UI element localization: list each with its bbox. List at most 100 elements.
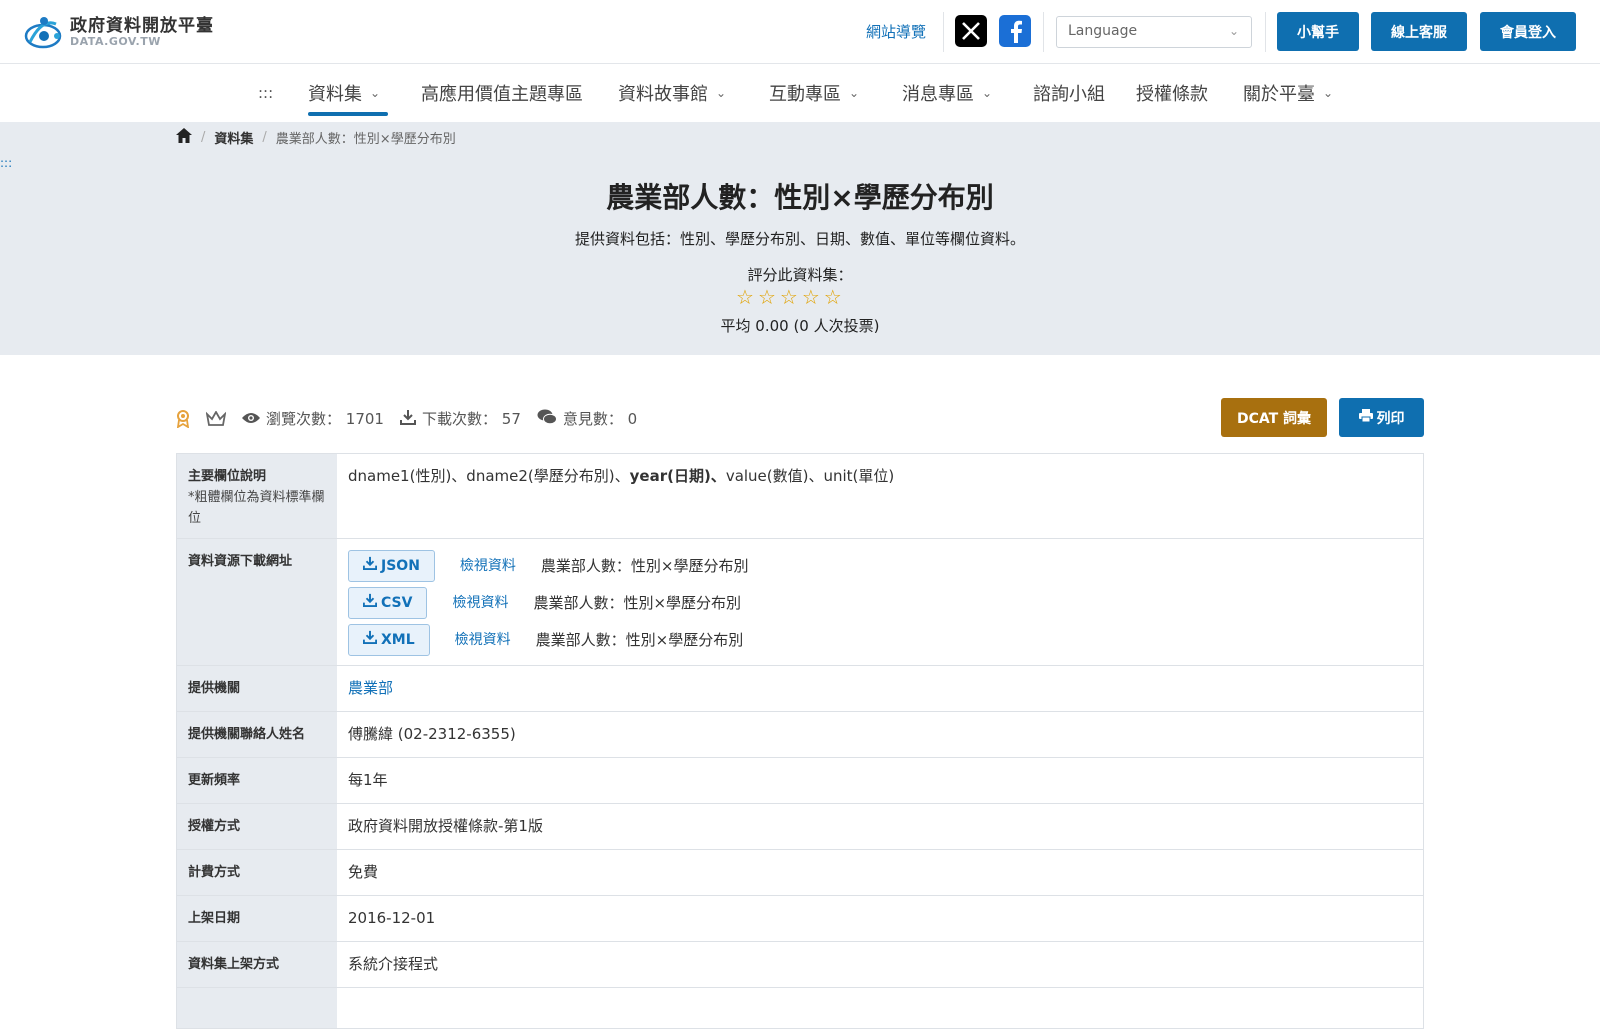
nav-item-license[interactable]: 授權條款: [1136, 80, 1208, 106]
row-label: 更新頻率: [177, 758, 337, 803]
dataset-hero: / 資料集 / 農業部人數：性別×學歷分布別 ::: 農業部人數：性別×學歷分布…: [0, 122, 1600, 355]
resource-name: 農業部人數：性別×學歷分布別: [540, 557, 749, 575]
row-label: 授權方式: [177, 804, 337, 849]
printer-icon: [1358, 409, 1373, 426]
row-label: 上架日期: [177, 896, 337, 941]
site-guide-link[interactable]: 網站導覽: [866, 21, 926, 42]
language-select-value: Language: [1068, 23, 1138, 39]
fields-bold: year(日期)、: [629, 467, 726, 485]
dataset-stats: 瀏覽次數： 1701 下載次數： 57 意見數： 0: [176, 408, 653, 429]
nav-item-about[interactable]: 關於平臺 ⌄: [1243, 80, 1333, 106]
site-logo[interactable]: 政府資料開放平臺 DATA.GOV.TW: [22, 12, 214, 52]
nav-item-label: 互動專區: [769, 84, 841, 105]
row-value: 2016-12-01: [348, 909, 436, 927]
download-item: CSV 檢視資料 農業部人數：性別×學歷分布別: [348, 587, 1412, 619]
row-value: 免費: [348, 863, 379, 881]
row-label: 提供機關聯絡人姓名: [177, 712, 337, 757]
divider: [1043, 12, 1044, 52]
rating-stars[interactable]: ☆ ☆ ☆ ☆ ☆: [736, 286, 842, 308]
view-data-link[interactable]: 檢視資料: [452, 592, 508, 614]
home-icon[interactable]: [176, 128, 192, 147]
helper-button[interactable]: 小幫手: [1277, 12, 1359, 51]
print-button[interactable]: 列印: [1339, 398, 1424, 437]
nav-item-data-stories[interactable]: 資料故事館 ⌄: [618, 80, 726, 106]
logo-subtitle: DATA.GOV.TW: [70, 35, 161, 48]
row-label: 提供機關: [177, 666, 337, 711]
download-item: JSON 檢視資料 農業部人數：性別×學歷分布別: [348, 550, 1412, 582]
table-row: 提供機關聯絡人姓名 傅騰緯 (02-2312-6355): [177, 711, 1423, 757]
chevron-down-icon: ⌄: [370, 86, 381, 100]
row-label: 主要欄位說明: [188, 469, 267, 484]
star-icon[interactable]: ☆: [802, 286, 820, 308]
nav-item-high-value[interactable]: 高應用價值主題專區: [421, 80, 583, 106]
language-select[interactable]: Language ⌄: [1056, 16, 1252, 48]
nav-item-interactive[interactable]: 互動專區 ⌄: [769, 80, 859, 106]
download-format: JSON: [381, 558, 420, 574]
breadcrumb-current: 農業部人數：性別×學歷分布別: [275, 132, 456, 147]
x-twitter-icon[interactable]: [955, 15, 987, 47]
comments-label: 意見數：: [562, 410, 623, 428]
download-icon: [362, 555, 378, 577]
table-row: 資料資源下載網址 JSON 檢視資料 農業部人數：性別×學歷分布別 CSV 檢視…: [177, 538, 1423, 665]
download-format: XML: [381, 632, 415, 648]
nav-item-advisory[interactable]: 諮詢小組: [1033, 80, 1105, 106]
rating-label: 評分此資料集：: [747, 266, 853, 284]
star-icon[interactable]: ☆: [758, 286, 776, 308]
online-service-button[interactable]: 線上客服: [1371, 12, 1467, 51]
chevron-down-icon: ⌄: [849, 86, 860, 100]
views-count: 1701: [345, 409, 384, 428]
table-row: 資料集上架方式 系統介接程式: [177, 941, 1423, 987]
view-data-link[interactable]: 檢視資料: [455, 629, 511, 651]
download-icon: [362, 629, 378, 651]
table-row: 授權方式 政府資料開放授權條款-第1版: [177, 803, 1423, 849]
breadcrumb: / 資料集 / 農業部人數：性別×學歷分布別: [176, 128, 456, 147]
table-row: 主要欄位說明 *粗體欄位為資料標準欄位 dname1(性別)、dname2(學歷…: [177, 454, 1423, 538]
row-value: 政府資料開放授權條款-第1版: [348, 817, 543, 835]
login-button[interactable]: 會員登入: [1480, 12, 1576, 51]
download-format: CSV: [381, 595, 413, 611]
provider-link[interactable]: 農業部: [348, 679, 393, 697]
table-row: 提供機關 農業部: [177, 665, 1423, 711]
table-row: 更新頻率 每1年: [177, 757, 1423, 803]
divider: [943, 12, 944, 52]
page-title: 農業部人數：性別×學歷分布別: [606, 181, 994, 214]
resource-name: 農業部人數：性別×學歷分布別: [535, 631, 744, 649]
content-skip-link[interactable]: :::: [0, 156, 12, 170]
row-value: 系統介接程式: [348, 955, 439, 973]
dataset-info-table: 主要欄位說明 *粗體欄位為資料標準欄位 dname1(性別)、dname2(學歷…: [176, 453, 1424, 1029]
nav-item-label: 關於平臺: [1243, 84, 1315, 105]
download-item: XML 檢視資料 農業部人數：性別×學歷分布別: [348, 624, 1412, 656]
download-icon: [362, 592, 378, 614]
table-row: 上架日期 2016-12-01: [177, 895, 1423, 941]
fields-text: dname1(性別)、dname2(學歷分布別)、: [348, 467, 630, 485]
divider: [1265, 12, 1266, 52]
row-label: 資料集上架方式: [177, 942, 337, 987]
table-row: [177, 987, 1423, 1028]
chevron-down-icon: ⌄: [716, 86, 727, 100]
nav-item-label: 資料集: [308, 84, 362, 105]
main-nav: ::: 資料集 ⌄ 高應用價值主題專區 資料故事館 ⌄ 互動專區 ⌄ 消息專區 ⌄ 諮詢…: [0, 64, 1600, 122]
badge-icon: [176, 409, 190, 428]
nav-item-news[interactable]: 消息專區 ⌄: [902, 80, 992, 106]
breadcrumb-datasets[interactable]: 資料集: [214, 128, 253, 147]
download-xml-button[interactable]: XML: [348, 624, 430, 656]
print-label: 列印: [1376, 410, 1405, 427]
comments-icon: [537, 409, 557, 429]
star-icon[interactable]: ☆: [780, 286, 798, 308]
logo-mark-icon: [22, 12, 64, 52]
comments-count: 0: [627, 409, 638, 428]
chevron-down-icon: ⌄: [982, 86, 993, 100]
dcat-button[interactable]: DCAT 詞彙: [1221, 398, 1327, 437]
download-csv-button[interactable]: CSV: [348, 587, 428, 619]
nav-item-datasets[interactable]: 資料集 ⌄: [308, 80, 380, 106]
resource-name: 農業部人數：性別×學歷分布別: [533, 594, 742, 612]
facebook-icon[interactable]: [999, 15, 1031, 47]
row-value: 每1年: [348, 771, 388, 789]
download-json-button[interactable]: JSON: [348, 550, 435, 582]
row-value: 傅騰緯 (02-2312-6355): [348, 725, 516, 743]
star-icon[interactable]: ☆: [824, 286, 842, 308]
view-data-link[interactable]: 檢視資料: [460, 555, 516, 577]
nav-skip-link[interactable]: :::: [258, 84, 273, 102]
eye-icon: [242, 410, 260, 428]
star-icon[interactable]: ☆: [736, 286, 754, 308]
